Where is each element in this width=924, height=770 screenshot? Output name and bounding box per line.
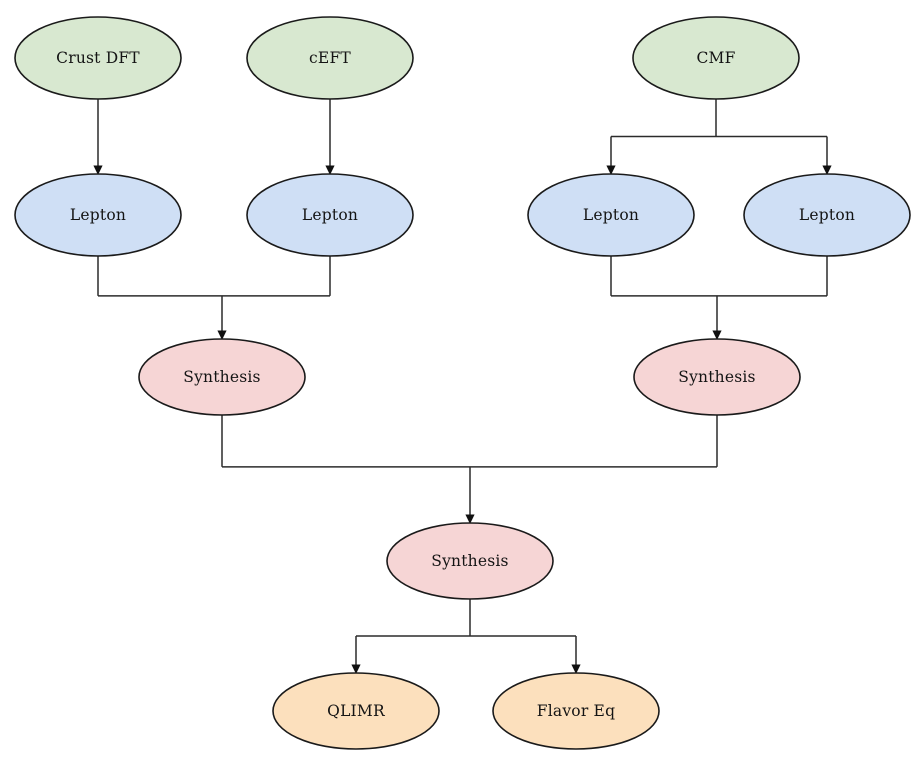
node-ceft[interactable]: cEFT <box>246 16 414 100</box>
node-lepton-3[interactable]: Lepton <box>527 173 695 257</box>
node-label-synthesis-2: Synthesis <box>678 368 755 386</box>
node-synthesis-2[interactable]: Synthesis <box>633 338 801 416</box>
node-label-cmf: CMF <box>696 49 735 67</box>
node-label-lepton-1: Lepton <box>70 206 126 224</box>
node-label-lepton-3: Lepton <box>583 206 639 224</box>
flowchart-diagram: Crust DFT cEFT CMF Lepton Lepton Lepton Lepton… <box>14 16 911 750</box>
node-layer: Crust DFT cEFT CMF Lepton Lepton Lepton Lepton… <box>14 16 911 750</box>
node-label-qlimr: QLIMR <box>327 702 386 720</box>
edge-group-to-synthesis-1 <box>97 256 331 340</box>
edge-group-to-synthesis-2 <box>610 256 828 340</box>
node-label-flavor-eq: Flavor Eq <box>537 702 615 720</box>
edge-ceft-to-lepton-2 <box>325 99 335 175</box>
node-lepton-2[interactable]: Lepton <box>246 173 414 257</box>
node-label-lepton-4: Lepton <box>799 206 855 224</box>
node-lepton-1[interactable]: Lepton <box>14 173 182 257</box>
node-synthesis-3[interactable]: Synthesis <box>386 522 554 600</box>
node-synthesis-1[interactable]: Synthesis <box>138 338 306 416</box>
node-label-synthesis-1: Synthesis <box>183 368 260 386</box>
edge-group-to-synthesis-3 <box>221 415 718 524</box>
node-label-synthesis-3: Synthesis <box>431 552 508 570</box>
node-cmf[interactable]: CMF <box>632 16 800 100</box>
node-lepton-4[interactable]: Lepton <box>743 173 911 257</box>
node-crust-dft[interactable]: Crust DFT <box>14 16 182 100</box>
edge-crust-dft-to-lepton-1 <box>93 99 103 175</box>
node-label-crust-dft: Crust DFT <box>56 49 140 67</box>
flowchart-canvas: Crust DFT cEFT CMF Lepton Lepton Lepton Lepton… <box>0 0 924 770</box>
node-flavor-eq[interactable]: Flavor Eq <box>492 672 660 750</box>
node-label-lepton-2: Lepton <box>302 206 358 224</box>
edge-group-from-cmf <box>606 99 832 175</box>
edge-group-from-synthesis-3 <box>351 599 581 674</box>
node-qlimr[interactable]: QLIMR <box>272 672 440 750</box>
node-label-ceft: cEFT <box>309 49 351 67</box>
